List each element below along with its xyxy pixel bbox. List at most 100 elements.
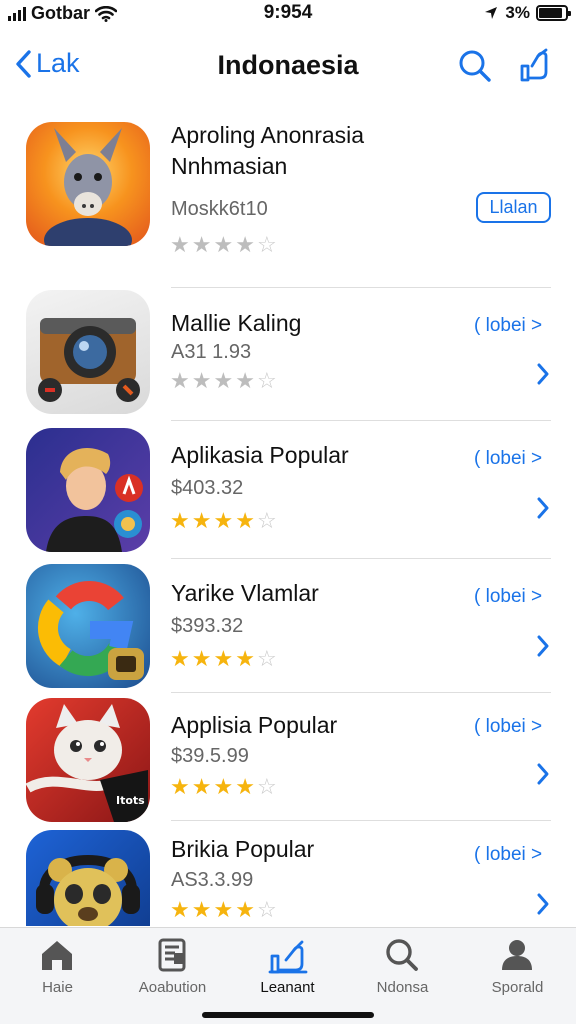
star-filled-icon: ★ <box>213 774 236 799</box>
share-icon <box>520 48 548 82</box>
person-app-icon <box>26 428 150 552</box>
open-link[interactable]: ( lobei > <box>474 844 542 866</box>
app-price: $39.5.99 <box>171 745 249 767</box>
battery-percent: 3% <box>505 3 530 22</box>
document-icon <box>158 938 186 972</box>
home-indicator <box>202 1012 374 1018</box>
app-name: Applisia Popular <box>171 712 338 738</box>
star-empty-icon: ☆ <box>256 646 279 671</box>
search-icon <box>386 939 418 971</box>
app-price: AS3.3.99 <box>171 869 254 891</box>
tab-label: Aoabution <box>138 979 207 996</box>
app-name: Yarike Vlamlar <box>171 580 319 606</box>
star-filled-icon: ★ <box>213 368 236 393</box>
star-rating: ★★★★☆ <box>170 897 279 923</box>
icon-badge-text: Itots <box>116 794 145 807</box>
nav-bar: Lak Indonaesia <box>0 38 576 94</box>
g-app-icon <box>26 564 150 688</box>
row-divider <box>171 287 551 288</box>
star-empty-icon: ☆ <box>256 232 279 257</box>
star-filled-icon: ★ <box>235 774 257 799</box>
star-filled-icon: ★ <box>235 368 257 393</box>
star-rating: ★★★★☆ <box>170 774 279 800</box>
share-button[interactable] <box>514 46 554 86</box>
star-rating: ★★★★☆ <box>170 646 279 672</box>
open-link[interactable]: ( lobei > <box>474 315 542 337</box>
chevron-right-icon[interactable] <box>536 496 550 520</box>
tab-documents[interactable]: Aoabution <box>115 928 230 1008</box>
camera-app-icon <box>26 290 150 414</box>
row-divider <box>171 692 551 693</box>
open-link[interactable]: ( lobei > <box>474 716 542 738</box>
location-arrow-icon <box>485 7 498 19</box>
star-filled-icon: ★ <box>213 897 236 922</box>
star-filled-icon: ★ <box>213 508 236 533</box>
app-list: Aproling Anonrasia Nnhmasian Moskk6t10 ★… <box>0 112 576 926</box>
chevron-right-icon[interactable] <box>536 634 550 658</box>
star-filled-icon: ★ <box>191 508 214 533</box>
search-button[interactable] <box>455 46 495 86</box>
star-filled-icon: ★ <box>213 232 236 257</box>
bear-app-icon <box>26 830 150 926</box>
star-filled-icon: ★ <box>235 897 257 922</box>
app-name: Mallie Kaling <box>171 310 302 336</box>
star-filled-icon: ★ <box>235 508 257 533</box>
open-link[interactable]: ( lobei > <box>474 586 542 608</box>
star-filled-icon: ★ <box>170 774 192 799</box>
star-rating: ★★★★☆ <box>170 508 279 534</box>
app-price: $403.32 <box>171 477 244 499</box>
star-rating: ★★★★☆ <box>170 232 279 258</box>
star-filled-icon: ★ <box>235 646 257 671</box>
app-price: A31 1.93 <box>171 341 252 363</box>
star-filled-icon: ★ <box>191 774 214 799</box>
tab-label: Leanant <box>260 979 315 996</box>
star-filled-icon: ★ <box>191 897 214 922</box>
star-filled-icon: ★ <box>213 646 236 671</box>
star-empty-icon: ☆ <box>256 368 279 393</box>
tab-home[interactable]: Haie <box>0 928 115 1008</box>
chevron-right-icon[interactable] <box>536 892 550 916</box>
star-filled-icon: ★ <box>170 368 192 393</box>
tab-label: Ndonsa <box>376 979 429 996</box>
donkey-app-icon <box>26 122 150 246</box>
star-empty-icon: ☆ <box>256 508 279 533</box>
tab-label: Sporald <box>491 979 544 996</box>
star-filled-icon: ★ <box>170 232 192 257</box>
person-icon <box>502 940 532 970</box>
home-icon <box>42 941 72 970</box>
app-name: Brikia Popular <box>171 836 315 862</box>
star-empty-icon: ☆ <box>256 774 279 799</box>
battery-icon <box>536 5 571 21</box>
star-filled-icon: ★ <box>170 646 192 671</box>
star-filled-icon: ★ <box>170 897 192 922</box>
row-divider <box>171 558 551 559</box>
open-link[interactable]: ( lobei > <box>474 448 542 470</box>
app-price: $393.32 <box>171 615 244 637</box>
app-price: Moskk6t10 <box>171 198 268 220</box>
row-divider <box>171 420 551 421</box>
cat-app-icon: Itots <box>26 698 150 822</box>
star-rating: ★★★★☆ <box>170 368 279 394</box>
star-filled-icon: ★ <box>191 646 214 671</box>
star-empty-icon: ☆ <box>256 897 279 922</box>
apps-icon <box>268 940 308 974</box>
chevron-right-icon[interactable] <box>536 362 550 386</box>
star-filled-icon: ★ <box>170 508 192 533</box>
status-right: 3% <box>483 3 571 23</box>
row-divider <box>171 820 551 821</box>
tab-profile[interactable]: Sporald <box>460 928 575 1008</box>
star-filled-icon: ★ <box>191 368 214 393</box>
tab-search[interactable]: Ndonsa <box>345 928 460 1008</box>
app-name: Aproling Anonrasia Nnhmasian <box>171 122 365 179</box>
search-icon <box>459 50 491 82</box>
tab-label: Haie <box>42 979 73 996</box>
star-filled-icon: ★ <box>191 232 214 257</box>
star-filled-icon: ★ <box>235 232 257 257</box>
app-name: Aplikasia Popular <box>171 442 349 468</box>
get-button[interactable]: Llalan <box>476 192 551 223</box>
chevron-right-icon[interactable] <box>536 762 550 786</box>
tab-bar: Haie Aoabution Leanant Ndonsa Sporald <box>0 927 576 1024</box>
battery-level <box>539 8 563 18</box>
tab-apps[interactable]: Leanant <box>230 928 345 1008</box>
status-bar: Gotbar 9:954 3% <box>0 0 576 26</box>
